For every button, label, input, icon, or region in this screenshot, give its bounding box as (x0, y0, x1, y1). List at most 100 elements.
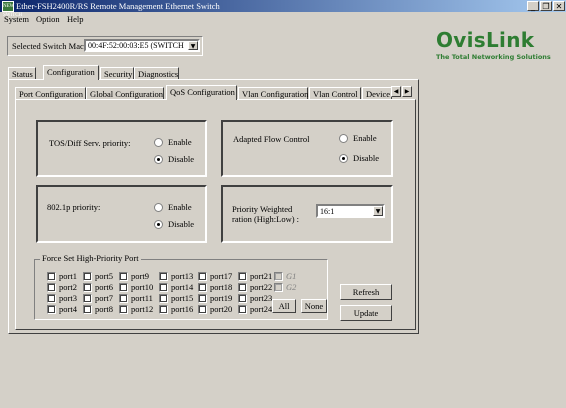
port-label: port16 (171, 304, 194, 314)
tab-scroll-right-icon[interactable]: ▶ (402, 86, 412, 97)
force-priority-title: Force Set High-Priority Port (40, 253, 141, 263)
tab-configuration[interactable]: Configuration (43, 65, 99, 80)
menu-system[interactable]: System (4, 13, 29, 25)
gigabit-label: G1 (286, 271, 297, 281)
port-checkbox[interactable] (198, 294, 207, 303)
ovislink-logo: OvisLink (436, 28, 535, 52)
port-label: port9 (131, 271, 149, 281)
tos-enable-label: Enable (168, 137, 192, 147)
port-label: port24 (250, 304, 273, 314)
port-checkbox[interactable] (238, 272, 247, 281)
chevron-down-icon[interactable]: ▼ (373, 206, 383, 216)
flow-disable-radio[interactable] (339, 154, 348, 163)
dot1p-group: 802.1p priority: Enable Disable (36, 185, 207, 243)
port-label: port1 (59, 271, 77, 281)
port-label: port3 (59, 293, 77, 303)
switch-mac-select[interactable]: 00:4F:52:00:03:E5 (SWITCH ▼ (84, 39, 200, 52)
menu-bar: System Option Help (0, 13, 566, 25)
port-checkbox[interactable] (238, 294, 247, 303)
title-bar: NEW SWITCH Ether-FSH2400R/RS Remote Mana… (0, 0, 566, 18)
flow-control-label: Adapted Flow Control (233, 134, 310, 144)
port-label: port12 (131, 304, 154, 314)
port-checkbox[interactable] (238, 305, 247, 314)
switch-mac-label: Selected Switch Mac: (12, 41, 87, 51)
dot1p-disable-label: Disable (168, 219, 194, 229)
refresh-button[interactable]: Refresh (340, 284, 392, 300)
priority-weighted-label-1: Priority Weighted (232, 204, 293, 214)
gigabit-checkbox[interactable] (274, 283, 283, 292)
port-label: port15 (171, 293, 194, 303)
port-checkbox[interactable] (238, 283, 247, 292)
switch-mac-value: 00:4F:52:00:03:E5 (SWITCH (88, 41, 184, 50)
tos-disable-label: Disable (168, 154, 194, 164)
port-checkbox[interactable] (83, 272, 92, 281)
priority-weighted-select[interactable]: 16:1 ▼ (316, 204, 385, 218)
port-label: port17 (210, 271, 233, 281)
port-checkbox[interactable] (159, 283, 168, 292)
port-checkbox[interactable] (83, 283, 92, 292)
port-label: port14 (171, 282, 194, 292)
tos-disable-radio[interactable] (154, 155, 163, 164)
minimize-icon[interactable]: _ (527, 1, 539, 11)
tos-label: TOS/Diff Serv. priority: (49, 138, 131, 148)
port-label: port20 (210, 304, 233, 314)
port-label: port7 (95, 293, 113, 303)
port-label: port2 (59, 282, 77, 292)
port-checkbox[interactable] (119, 294, 128, 303)
port-checkbox[interactable] (198, 283, 207, 292)
priority-weighted-label-2: ration (High:Low) : (232, 214, 300, 224)
port-checkbox[interactable] (83, 305, 92, 314)
port-checkbox[interactable] (47, 305, 56, 314)
port-checkbox[interactable] (83, 294, 92, 303)
port-checkbox[interactable] (159, 305, 168, 314)
all-ports-button[interactable]: All (272, 299, 296, 313)
port-checkbox[interactable] (159, 272, 168, 281)
menu-option[interactable]: Option (36, 13, 60, 25)
port-checkbox[interactable] (119, 272, 128, 281)
port-label: port19 (210, 293, 233, 303)
priority-weighted-value: 16:1 (320, 207, 335, 216)
port-checkbox[interactable] (47, 283, 56, 292)
switch-selector-frame: Selected Switch Mac: 00:4F:52:00:03:E5 (… (7, 36, 203, 56)
port-label: port22 (250, 282, 273, 292)
dot1p-disable-radio[interactable] (154, 220, 163, 229)
priority-weighted-group: Priority Weighted ration (High:Low) : 16… (221, 185, 393, 243)
window-title: Ether-FSH2400R/RS Remote Management Ethe… (16, 1, 220, 11)
chevron-down-icon[interactable]: ▼ (188, 41, 198, 50)
menu-help[interactable]: Help (67, 13, 84, 25)
restore-icon[interactable]: ❐ (540, 1, 552, 11)
port-checkbox[interactable] (198, 272, 207, 281)
flow-enable-radio[interactable] (339, 134, 348, 143)
tab-scroll-left-icon[interactable]: ◀ (391, 86, 401, 97)
flow-disable-label: Disable (353, 153, 379, 163)
dot1p-enable-label: Enable (168, 202, 192, 212)
gigabit-checkbox[interactable] (274, 272, 283, 281)
logo-tagline: The Total Networking Solutions (436, 53, 551, 61)
port-label: port6 (95, 282, 113, 292)
update-button[interactable]: Update (340, 305, 392, 321)
flow-enable-label: Enable (353, 133, 377, 143)
port-checkbox[interactable] (119, 305, 128, 314)
dot1p-label: 802.1p priority: (47, 202, 101, 212)
port-label: port10 (131, 282, 154, 292)
tab-qos-configuration[interactable]: QoS Configuration (166, 85, 237, 100)
close-icon[interactable]: ✕ (553, 1, 565, 11)
dot1p-enable-radio[interactable] (154, 203, 163, 212)
port-label: port18 (210, 282, 233, 292)
app-icon: NEW SWITCH (2, 1, 22, 18)
port-label: port8 (95, 304, 113, 314)
gigabit-label: G2 (286, 282, 297, 292)
port-label: port4 (59, 304, 77, 314)
port-label: port13 (171, 271, 194, 281)
no-ports-button[interactable]: None (301, 299, 327, 313)
port-label: port23 (250, 293, 273, 303)
port-checkbox[interactable] (47, 272, 56, 281)
port-checkbox[interactable] (198, 305, 207, 314)
port-label: port5 (95, 271, 113, 281)
port-label: port11 (131, 293, 153, 303)
port-label: port21 (250, 271, 273, 281)
port-checkbox[interactable] (47, 294, 56, 303)
port-checkbox[interactable] (159, 294, 168, 303)
port-checkbox[interactable] (119, 283, 128, 292)
tos-enable-radio[interactable] (154, 138, 163, 147)
